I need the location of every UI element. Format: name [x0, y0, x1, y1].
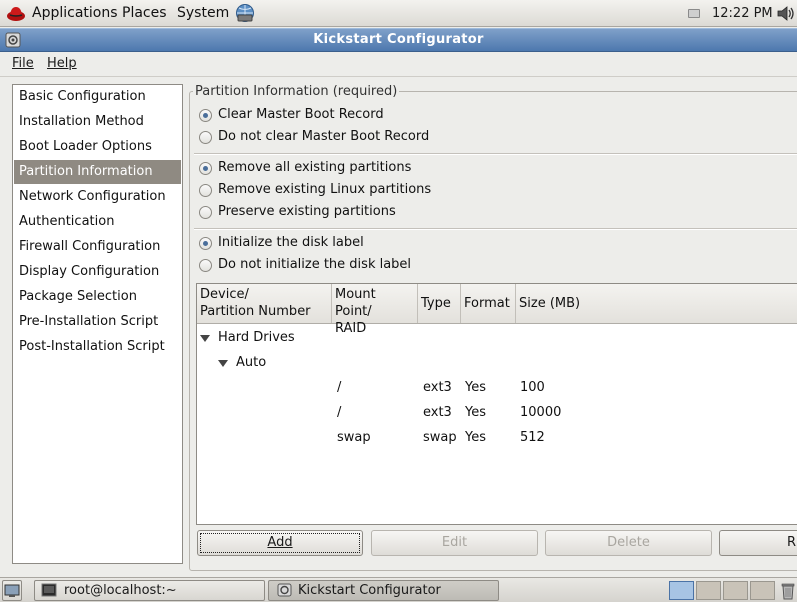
column-header-device[interactable]: Device/ Partition Number [197, 284, 332, 323]
column-header-type[interactable]: Type [418, 284, 461, 323]
bottom-panel: root@localhost:~ Kickstart Configurator [0, 577, 797, 602]
sidebar-item-package-selection[interactable]: Package Selection [14, 285, 181, 309]
column-header-format[interactable]: Format [461, 284, 516, 323]
file-menu[interactable]: File [12, 56, 34, 71]
clear-mbr-label[interactable]: Clear Master Boot Record [218, 107, 384, 122]
workspace-2[interactable] [696, 581, 721, 600]
no-init-disklabel-radio[interactable] [199, 259, 212, 272]
add-button-label: Add [267, 535, 293, 550]
window-title: Kickstart Configurator [313, 32, 484, 47]
row-3-size[interactable]: 512 [520, 430, 545, 445]
clear-mbr-radio[interactable] [199, 109, 212, 122]
row-1-format[interactable]: Yes [465, 380, 486, 395]
taskbar-item-terminal-label: root@localhost:~ [64, 583, 177, 598]
tree-node-auto[interactable]: Auto [236, 355, 266, 370]
row-3-format[interactable]: Yes [465, 430, 486, 445]
column-header-device-line1: Device/ [200, 287, 249, 302]
sidebar-item-authentication[interactable]: Authentication [14, 210, 181, 234]
row-1-size[interactable]: 100 [520, 380, 545, 395]
init-disklabel-radio[interactable] [199, 237, 212, 250]
row-1-type[interactable]: ext3 [423, 380, 452, 395]
remove-all-partitions-radio[interactable] [199, 162, 212, 175]
row-2-type[interactable]: ext3 [423, 405, 452, 420]
help-menu-label: Help [47, 56, 77, 71]
sidebar-item-partition-information[interactable]: Partition Information [14, 160, 181, 184]
row-1-mount[interactable]: / [337, 380, 341, 395]
sidebar-item-pre-installation-script[interactable]: Pre-Installation Script [14, 310, 181, 334]
keep-mbr-label[interactable]: Do not clear Master Boot Record [218, 129, 429, 144]
trash-icon[interactable] [780, 581, 796, 600]
menubar: File Help [0, 52, 797, 77]
column-header-mount[interactable]: Mount Point/ RAID [332, 284, 418, 336]
workspace-1[interactable] [669, 581, 694, 600]
sidebar-item-display-configuration[interactable]: Display Configuration [14, 260, 181, 284]
taskbar-item-kickstart[interactable]: Kickstart Configurator [268, 580, 499, 601]
sidebar-item-network-configuration[interactable]: Network Configuration [14, 185, 181, 209]
row-2-mount[interactable]: / [337, 405, 341, 420]
sidebar-item-firewall-configuration[interactable]: Firewall Configuration [14, 235, 181, 259]
section-list: Basic Configuration Installation Method … [12, 84, 183, 564]
column-header-size[interactable]: Size (MB) [516, 284, 797, 323]
column-header-device-line2: Partition Number [200, 304, 311, 319]
drive-tray-icon[interactable] [688, 9, 700, 18]
network-browser-icon[interactable] [234, 3, 256, 24]
system-menu[interactable]: System [177, 5, 229, 21]
places-menu[interactable]: Places [122, 5, 167, 21]
column-header-mount-line1: Mount Point/ [335, 287, 376, 319]
row-2-format[interactable]: Yes [465, 405, 486, 420]
remove-linux-partitions-radio[interactable] [199, 184, 212, 197]
show-desktop-button[interactable] [2, 580, 22, 601]
remove-all-partitions-label[interactable]: Remove all existing partitions [218, 160, 411, 175]
tree-node-hard-drives[interactable]: Hard Drives [218, 330, 295, 345]
separator [194, 228, 797, 230]
partition-table[interactable]: Device/ Partition Number Mount Point/ RA… [196, 283, 797, 525]
row-3-type[interactable]: swap [423, 430, 457, 445]
keep-mbr-radio[interactable] [199, 131, 212, 144]
no-init-disklabel-label[interactable]: Do not initialize the disk label [218, 257, 411, 272]
taskbar-item-kickstart-label: Kickstart Configurator [298, 583, 441, 598]
file-menu-label: File [12, 56, 34, 71]
sidebar-item-boot-loader-options[interactable]: Boot Loader Options [14, 135, 181, 159]
window-titlebar[interactable]: Kickstart Configurator [0, 28, 797, 52]
sidebar-item-installation-method[interactable]: Installation Method [14, 110, 181, 134]
terminal-icon [41, 583, 57, 597]
taskbar-item-terminal[interactable]: root@localhost:~ [34, 580, 265, 601]
partition-frame-legend: Partition Information (required) [193, 84, 400, 99]
edit-button[interactable]: Edit [371, 530, 538, 556]
clock[interactable]: 12:22 PM [712, 6, 773, 21]
expander-expanded-icon[interactable] [200, 335, 210, 342]
row-3-mount[interactable]: swap [337, 430, 371, 445]
preserve-partitions-label[interactable]: Preserve existing partitions [218, 204, 396, 219]
kickstart-icon [277, 583, 292, 597]
volume-icon[interactable] [776, 4, 796, 23]
top-panel: Applications Places System 12:22 PM [0, 0, 797, 27]
row-2-size[interactable]: 10000 [520, 405, 561, 420]
preserve-partitions-radio[interactable] [199, 206, 212, 219]
help-menu[interactable]: Help [47, 56, 77, 71]
sidebar-item-post-installation-script[interactable]: Post-Installation Script [14, 335, 181, 359]
expander-expanded-icon[interactable] [218, 360, 228, 367]
remove-linux-partitions-label[interactable]: Remove existing Linux partitions [218, 182, 431, 197]
workspace-4[interactable] [750, 581, 775, 600]
column-header-mount-line2: RAID [335, 321, 367, 336]
applications-menu[interactable]: Applications [32, 5, 118, 21]
init-disklabel-label[interactable]: Initialize the disk label [218, 235, 364, 250]
separator [194, 153, 797, 155]
sidebar-item-basic-configuration[interactable]: Basic Configuration [14, 85, 181, 109]
redhat-logo-icon[interactable] [6, 4, 26, 22]
delete-button[interactable]: Delete [545, 530, 712, 556]
show-desktop-icon [4, 584, 20, 597]
workspace-3[interactable] [723, 581, 748, 600]
raid-button[interactable]: R [719, 530, 797, 556]
table-header: Device/ Partition Number Mount Point/ RA… [197, 284, 797, 336]
add-button[interactable]: Add [197, 530, 363, 556]
